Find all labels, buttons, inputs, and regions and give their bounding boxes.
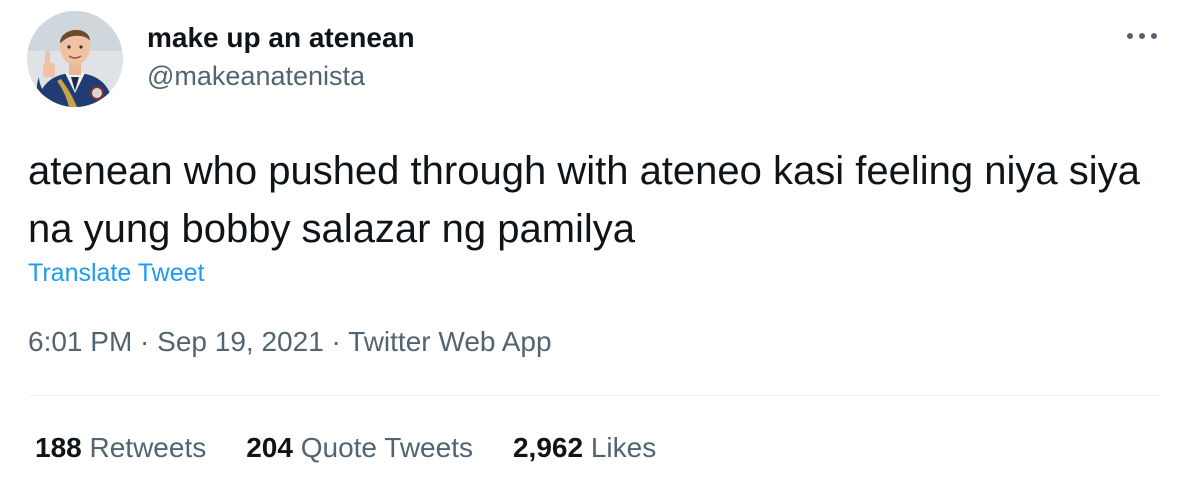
author-display-name[interactable]: make up an atenean bbox=[147, 22, 415, 54]
retweets-label: Retweets bbox=[89, 432, 207, 463]
likes-stat[interactable]: 2,962 Likes bbox=[513, 431, 656, 465]
profile-photo-icon bbox=[27, 11, 123, 107]
divider bbox=[28, 395, 1160, 396]
tweet-meta: 6:01 PM · Sep 19, 2021 · Twitter Web App bbox=[28, 325, 552, 359]
tweet-text: atenean who pushed through with ateneo k… bbox=[28, 149, 1140, 251]
quote-tweets-stat[interactable]: 204 Quote Tweets bbox=[246, 431, 473, 465]
meta-separator: · bbox=[132, 326, 158, 357]
quote-tweets-count: 204 bbox=[246, 432, 293, 463]
tweet-time[interactable]: 6:01 PM bbox=[28, 326, 132, 357]
quote-tweets-label: Quote Tweets bbox=[300, 432, 473, 463]
author-handle[interactable]: @makeanatenista bbox=[147, 60, 365, 92]
likes-count: 2,962 bbox=[512, 432, 584, 463]
tweet-card: make up an atenean @makeanatenista atene… bbox=[0, 0, 1184, 492]
retweets-count: 188 bbox=[35, 432, 82, 463]
author-avatar[interactable] bbox=[27, 11, 123, 107]
meta-separator: · bbox=[323, 326, 349, 357]
more-options-button[interactable] bbox=[1118, 20, 1166, 52]
translate-tweet-link[interactable]: Translate Tweet bbox=[28, 258, 204, 288]
tweet-source[interactable]: Twitter Web App bbox=[348, 326, 551, 357]
retweets-stat[interactable]: 188 Retweets bbox=[35, 431, 206, 465]
likes-label: Likes bbox=[590, 432, 657, 463]
tweet-stats: 188 Retweets 204 Quote Tweets 2,962 Like… bbox=[35, 431, 656, 465]
more-horizontal-icon bbox=[1127, 33, 1157, 39]
tweet-date[interactable]: Sep 19, 2021 bbox=[157, 326, 324, 357]
